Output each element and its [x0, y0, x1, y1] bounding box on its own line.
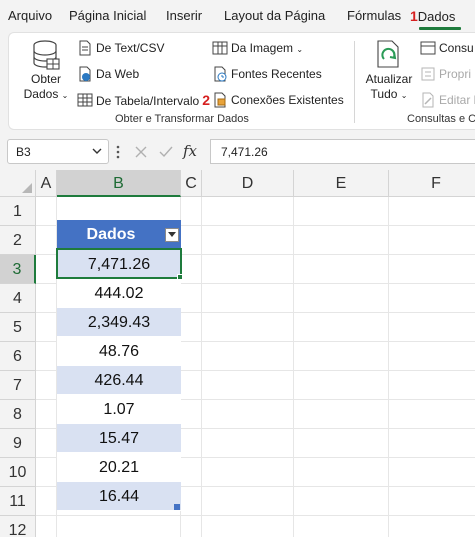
row-header-4[interactable]: 4 [0, 284, 36, 313]
table-resize-handle[interactable] [174, 504, 180, 510]
tab-inserir[interactable]: Inserir [166, 8, 202, 23]
column-header-c[interactable]: C [181, 170, 202, 197]
editar-links-label: Editar l [439, 93, 475, 107]
de-texto-csv-label: De Text/CSV [96, 41, 165, 55]
column-header-f[interactable]: F [389, 170, 475, 197]
atualizar-label-1: Atualizar [365, 72, 413, 86]
gridline [36, 515, 475, 516]
row-header-8[interactable]: 8 [0, 400, 36, 429]
cell-b9[interactable]: 15.47 [57, 424, 181, 453]
tab-layout-da-pagina[interactable]: Layout da Página [224, 8, 325, 23]
cell-b8[interactable]: 1.07 [57, 395, 181, 424]
row-header-5[interactable]: 5 [0, 313, 36, 342]
column-header-b[interactable]: B [57, 170, 181, 197]
atualizar-label-2-text: Tudo [370, 87, 398, 101]
table-header-dados[interactable]: Dados [57, 220, 181, 249]
menu-bar: Arquivo Página Inicial Inserir Layout da… [0, 0, 475, 30]
existing-connections-icon [214, 92, 226, 108]
column-header-d[interactable]: D [202, 170, 294, 197]
tab-arquivo[interactable]: Arquivo [8, 8, 52, 23]
fontes-recentes-label: Fontes Recentes [231, 67, 322, 81]
name-box-value: B3 [16, 145, 31, 159]
cell-b5[interactable]: 2,349.43 [57, 308, 181, 337]
cell-b4[interactable]: 444.02 [57, 279, 181, 308]
step-marker-1: 1 [410, 8, 418, 24]
da-imagem-text: Da Imagem [231, 41, 294, 55]
refresh-icon [377, 40, 399, 68]
chevron-down-icon: ⌄ [296, 45, 304, 54]
active-cell-outline [56, 248, 182, 279]
tab-formulas[interactable]: Fórmulas [347, 8, 401, 23]
atualizar-tudo-button[interactable]: Atualizar Tudo ⌄ [363, 39, 415, 107]
table-header-label: Dados [86, 226, 136, 243]
gridline [201, 197, 202, 537]
consultas-label: Consu [439, 41, 474, 55]
obter-dados-label-2-text: Dados [23, 87, 59, 101]
insert-function-icon[interactable]: fx [183, 142, 197, 160]
row-header-6[interactable]: 6 [0, 342, 36, 371]
de-tabela-intervalo-text: De Tabela/Intervalo [96, 94, 200, 108]
row-header-11[interactable]: 11 [0, 487, 36, 516]
da-web-label: Da Web [96, 67, 140, 81]
chevron-down-icon: ⌄ [400, 91, 408, 100]
row-header-7[interactable]: 7 [0, 371, 36, 400]
row-header-3[interactable]: 3 [0, 255, 36, 284]
gridline [388, 197, 389, 537]
obter-dados-label-1: Obter [30, 72, 61, 86]
formula-input[interactable]: 7,471.26 [210, 139, 475, 164]
tab-dados[interactable]: 1Dados [410, 8, 455, 24]
fill-handle[interactable] [177, 274, 183, 280]
group-label-consultas: Consultas e C [407, 113, 475, 125]
formula-value: 7,471.26 [221, 145, 268, 159]
atualizar-label-2: Tudo ⌄ [363, 87, 415, 103]
conexoes-existentes-label: Conexões Existentes [231, 93, 344, 107]
web-page-icon [79, 66, 91, 82]
image-table-icon [212, 41, 228, 55]
properties-icon [421, 67, 435, 81]
database-icon [33, 40, 60, 70]
edit-links-icon [422, 92, 434, 108]
gridline [293, 197, 294, 537]
da-imagem-label: Da Imagem ⌄ [231, 39, 303, 59]
propriedades-label: Propri [439, 67, 472, 81]
row-header-10[interactable]: 10 [0, 458, 36, 487]
tab-pagina-inicial[interactable]: Página Inicial [69, 8, 146, 23]
table-icon [77, 93, 93, 107]
column-header-e[interactable]: E [294, 170, 389, 197]
cell-b7[interactable]: 426.44 [57, 366, 181, 395]
select-all-button[interactable] [0, 170, 36, 197]
name-box[interactable]: B3 [7, 139, 109, 164]
ribbon: Obter Dados ⌄ De Text/CSV Da Web De Tabe… [0, 30, 475, 134]
de-tabela-intervalo-label: De Tabela/Intervalo 2 [96, 91, 210, 110]
row-header-1[interactable]: 1 [0, 197, 36, 226]
filter-arrow-icon [168, 232, 176, 237]
text-file-icon [79, 40, 91, 56]
select-all-triangle [22, 183, 32, 193]
ribbon-panel: Obter Dados ⌄ De Text/CSV Da Web De Tabe… [8, 32, 475, 130]
chevron-down-icon[interactable] [92, 146, 102, 156]
more-options-icon[interactable] [116, 144, 120, 160]
row-header-2[interactable]: 2 [0, 226, 36, 255]
formula-bar: B3 fx 7,471.26 [0, 134, 475, 170]
cell-b10[interactable]: 20.21 [57, 453, 181, 482]
column-header-a[interactable]: A [36, 170, 57, 197]
formula-buttons: fx [128, 139, 208, 164]
group-label-obter-transformar: Obter e Transformar Dados [115, 113, 249, 125]
filter-dropdown-button[interactable] [165, 228, 179, 242]
group-separator [354, 41, 355, 123]
cell-b6[interactable]: 48.76 [57, 337, 181, 366]
row-header-12[interactable]: 12 [0, 516, 36, 537]
cell-b11[interactable]: 16.44 [57, 482, 181, 511]
recent-sources-icon [214, 66, 227, 82]
step-marker-2: 2 [202, 92, 210, 108]
obter-dados-label-2: Dados ⌄ [21, 87, 71, 103]
chevron-down-icon: ⌄ [61, 91, 69, 100]
tab-dados-label: Dados [417, 9, 456, 24]
worksheet-grid[interactable]: A B C D E F 1 2 3 4 5 6 7 8 9 10 11 12 D… [0, 170, 475, 537]
enter-check-icon[interactable] [158, 145, 174, 159]
cancel-icon[interactable] [134, 145, 148, 159]
row-header-9[interactable]: 9 [0, 429, 36, 458]
obter-dados-button[interactable]: Obter Dados ⌄ [21, 39, 71, 107]
queries-icon [420, 41, 436, 55]
